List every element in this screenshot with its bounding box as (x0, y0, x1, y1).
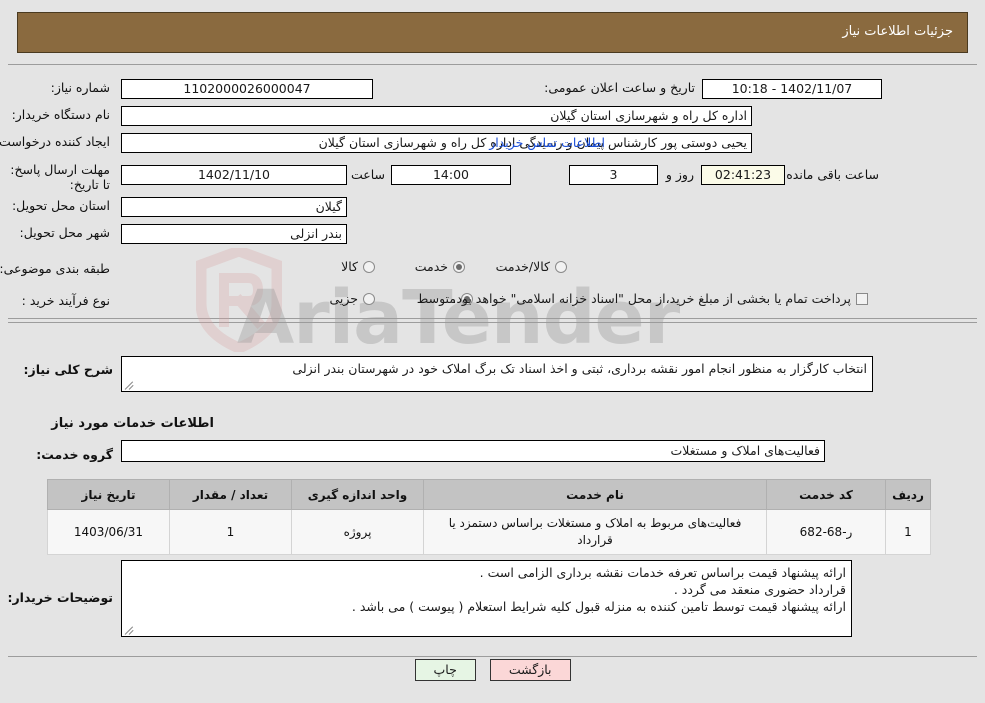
column-header-service-name: نام خدمت (423, 479, 767, 510)
cell-service-name: فعالیت‌های مربوط به املاک و مستغلات براس… (423, 509, 767, 555)
classification-option-khedmat[interactable]: خدمت (415, 259, 465, 274)
column-header-service-code: کد خدمت (766, 479, 886, 510)
services-table: ردیف کد خدمت نام خدمت واحد اندازه گیری ت… (47, 479, 931, 555)
province-row: استان محل تحویل: (6, 198, 110, 213)
buyer-org-label: نام دستگاه خریدار: (11, 107, 110, 122)
classification-option-kala-khedmat-label: کالا/خدمت (495, 259, 550, 274)
city-value: بندر انزلی (121, 224, 347, 244)
purchase-type-row: نوع فرآیند خرید : (16, 293, 110, 308)
column-header-quantity: تعداد / مقدار (169, 479, 292, 510)
classification-option-kala[interactable]: کالا (341, 259, 375, 274)
cell-quantity: 1 (169, 509, 292, 555)
general-description-textarea[interactable]: انتخاب کارگزار به منظور انجام امور نقشه … (121, 356, 873, 392)
announce-datetime-label: تاریخ و ساعت اعلان عمومی: (544, 80, 695, 95)
classification-option-khedmat-label: خدمت (414, 259, 448, 274)
need-number-value: 1102000026000047 (121, 79, 373, 99)
announce-datetime-value: 1402/11/07 - 10:18 (702, 79, 882, 99)
purchase-type-option-motavaset-label: متوسط (416, 291, 456, 306)
deadline-hour-value: 14:00 (391, 165, 511, 185)
radio-kala-khedmat-icon[interactable] (555, 260, 567, 273)
radio-khedmat-icon[interactable] (453, 260, 465, 273)
city-label: شهر محل تحویل: (19, 225, 110, 240)
buyer-notes-line-1: ارائه پیشنهاد قیمت براساس تعرفه خدمات نق… (479, 565, 846, 580)
cell-need-date: 1403/06/31 (47, 509, 170, 555)
cell-service-code: ر-68-682 (766, 509, 886, 555)
deadline-remaining-label: ساعت باقی مانده (786, 167, 879, 182)
buyer-notes-textarea[interactable]: ارائه پیشنهاد قیمت براساس تعرفه خدمات نق… (121, 560, 852, 637)
buyer-org-value: اداره کل راه و شهرسازی استان گیلان (121, 106, 752, 126)
table-header-row: ردیف کد خدمت نام خدمت واحد اندازه گیری ت… (47, 479, 931, 510)
purchase-type-option-jozei-label: جزیی (329, 291, 358, 306)
service-group-label: گروه خدمت: (36, 447, 113, 462)
cell-row-no: 1 (885, 509, 931, 555)
services-section-heading: اطلاعات خدمات مورد نیاز (51, 416, 214, 431)
buyer-contact-link[interactable]: اطلاعات تماس خریدار (489, 135, 605, 150)
classification-option-kala-label: کالا (341, 259, 358, 274)
announce-datetime-row: تاریخ و ساعت اعلان عمومی: (538, 80, 695, 95)
radio-kala-icon[interactable] (363, 260, 375, 273)
column-header-unit: واحد اندازه گیری (291, 479, 424, 510)
purchase-type-option-jozei[interactable]: جزیی (329, 291, 375, 306)
resize-grip-icon[interactable] (124, 380, 135, 390)
purchase-type-label: نوع فرآیند خرید : (21, 293, 110, 308)
classification-row: طبقه بندی موضوعی: (0, 261, 110, 276)
general-description-label: شرح کلی نیاز: (23, 362, 113, 377)
resize-grip-icon[interactable] (124, 625, 135, 635)
treasury-bond-checkbox[interactable] (856, 292, 868, 305)
page-header-bar: جزئیات اطلاعات نیاز (17, 12, 968, 53)
province-label: استان محل تحویل: (11, 198, 110, 213)
service-group-value: فعالیت‌های املاک و مستغلات (121, 440, 825, 462)
deadline-hour-label: ساعت (350, 167, 385, 182)
general-description-value: انتخاب کارگزار به منظور انجام امور نقشه … (292, 361, 867, 376)
back-button[interactable]: بازگشت (489, 659, 571, 681)
print-button[interactable]: چاپ (414, 659, 476, 681)
buyer-notes-line-3: ارائه پیشنهاد قیمت توسط تامین کننده به م… (351, 599, 846, 614)
column-header-need-date: تاریخ نیاز (47, 479, 170, 510)
requester-label: ایجاد کننده درخواست: (0, 134, 110, 149)
buyer-org-row: نام دستگاه خریدار: (6, 107, 110, 122)
classification-option-kala-khedmat[interactable]: کالا/خدمت (496, 259, 567, 274)
deadline-countdown: 02:41:23 (701, 165, 785, 185)
classification-label: طبقه بندی موضوعی: (0, 261, 110, 276)
need-number-label: شماره نیاز: (50, 80, 110, 95)
table-row: 1 ر-68-682 فعالیت‌های مربوط به املاک و م… (47, 509, 931, 555)
requester-row: ایجاد کننده درخواست: (0, 134, 110, 149)
page-title: جزئیات اطلاعات نیاز (842, 24, 953, 39)
cell-unit: پروژه (291, 509, 424, 555)
deadline-days-value: 3 (569, 165, 658, 185)
deadline-days-label: روز و (665, 167, 694, 182)
requester-value: یحیی دوستی پور کارشناس پیمان و رسیدگی اد… (121, 133, 752, 153)
need-number-row: شماره نیاز: (45, 80, 110, 95)
province-value: گیلان (121, 197, 347, 217)
column-header-row-no: ردیف (885, 479, 931, 510)
radio-jozei-icon[interactable] (363, 292, 375, 305)
city-row: شهر محل تحویل: (14, 225, 110, 240)
deadline-date-value: 1402/11/10 (121, 165, 347, 185)
buyer-notes-line-2: قرارداد حضوری منعقد می گردد . (673, 582, 846, 597)
treasury-bond-checkbox-row[interactable]: پرداخت تمام یا بخشی از مبلغ خرید،از محل … (452, 291, 868, 306)
deadline-label: مهلت ارسال پاسخ: تا تاریخ: (10, 162, 110, 192)
treasury-bond-label: پرداخت تمام یا بخشی از مبلغ خرید،از محل … (452, 291, 851, 306)
footer-button-bar: بازگشت چاپ (0, 659, 985, 681)
deadline-row: مهلت ارسال پاسخ: تا تاریخ: (4, 162, 110, 192)
need-info-panel (8, 64, 977, 319)
buyer-notes-label: توضیحات خریدار: (7, 590, 113, 605)
